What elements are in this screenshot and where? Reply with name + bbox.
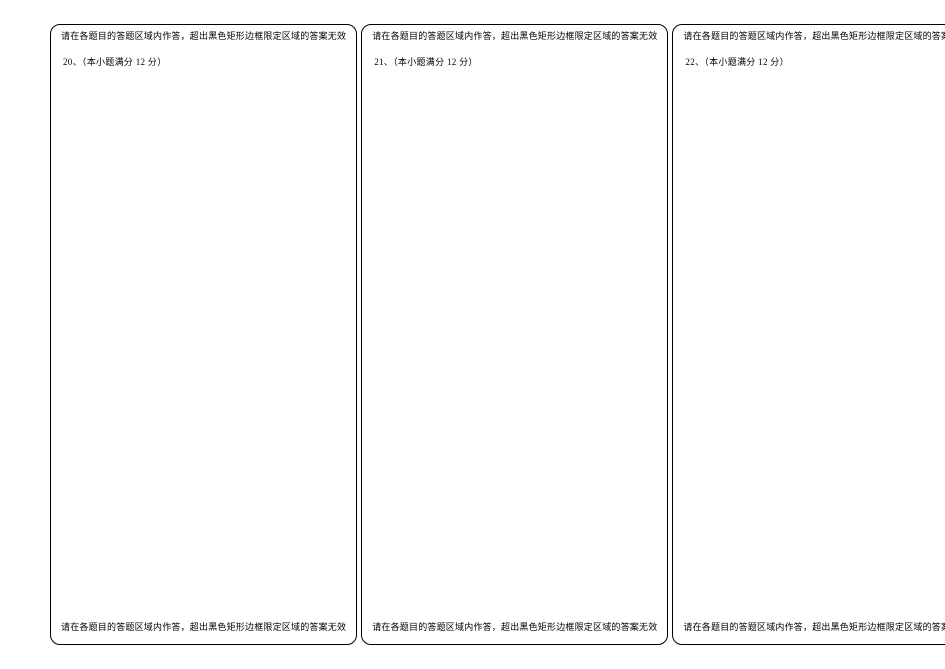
bottom-boundary-note: 请在各题目的答题区域内作答，超出黑色矩形边框限定区域的答案无效: [61, 622, 346, 634]
answer-sheet-page: 请在各题目的答题区域内作答，超出黑色矩形边框限定区域的答案无效 20、（本小题满…: [0, 0, 945, 669]
answer-box-20: 请在各题目的答题区域内作答，超出黑色矩形边框限定区域的答案无效 20、（本小题满…: [50, 24, 357, 645]
bottom-boundary-note: 请在各题目的答题区域内作答，超出黑色矩形边框限定区域的答案无效: [683, 622, 945, 634]
question-label-20: 20、（本小题满分 12 分）: [63, 55, 346, 68]
top-boundary-note: 请在各题目的答题区域内作答，超出黑色矩形边框限定区域的答案无效: [372, 31, 657, 43]
answer-area-20: [61, 68, 346, 623]
answer-box-22: 请在各题目的答题区域内作答，超出黑色矩形边框限定区域的答案无效 22、（本小题满…: [672, 24, 945, 645]
answer-box-21: 请在各题目的答题区域内作答，超出黑色矩形边框限定区域的答案无效 21、（本小题满…: [361, 24, 668, 645]
question-label-22: 22、（本小题满分 12 分）: [685, 55, 945, 68]
bottom-boundary-note: 请在各题目的答题区域内作答，超出黑色矩形边框限定区域的答案无效: [372, 622, 657, 634]
answer-area-21: [372, 68, 657, 623]
question-label-21: 21、（本小题满分 12 分）: [374, 55, 657, 68]
top-boundary-note: 请在各题目的答题区域内作答，超出黑色矩形边框限定区域的答案无效: [683, 31, 945, 43]
top-boundary-note: 请在各题目的答题区域内作答，超出黑色矩形边框限定区域的答案无效: [61, 31, 346, 43]
answer-area-22: [683, 68, 945, 623]
